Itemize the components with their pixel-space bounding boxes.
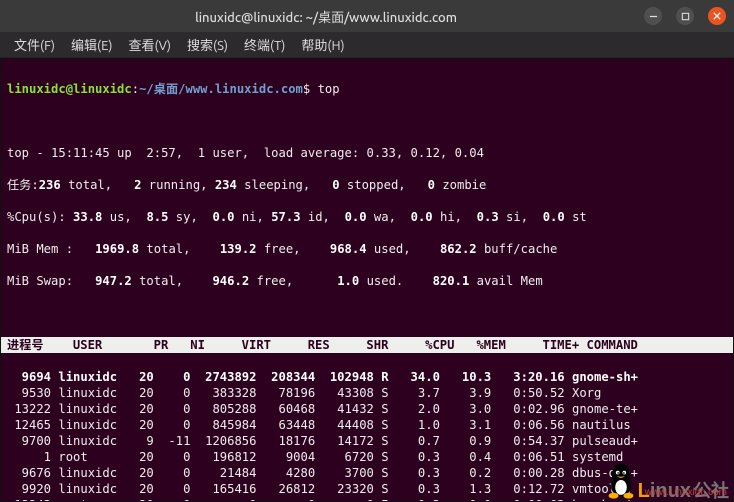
blank-line-2: [7, 305, 727, 321]
top-summary-mem: MiB Mem : 1969.8 total, 139.2 free, 968.…: [7, 241, 727, 257]
table-row[interactable]: 13222 linuxidc 20 0 805288 60468 41432 S…: [7, 401, 727, 417]
menu-edit[interactable]: 编辑(E): [65, 33, 118, 56]
terminal-viewport[interactable]: linuxidc@linuxidc:~/桌面/www.linuxidc.com$…: [0, 58, 734, 502]
close-button[interactable]: [708, 7, 726, 25]
top-summary-swap: MiB Swap: 947.2 total, 946.2 free, 1.0 u…: [7, 273, 727, 289]
prompt-path: ~/桌面/www.linuxidc.com: [139, 82, 303, 96]
table-row[interactable]: 9700 linuxidc 9 -11 1206856 18176 14172 …: [7, 433, 727, 449]
top-summary-tasks: 任务:236 total, 2 running, 234 sleeping, 0…: [7, 177, 727, 193]
table-row[interactable]: 12465 linuxidc 20 0 845984 63448 44408 S…: [7, 417, 727, 433]
menubar: 文件(F) 编辑(E) 查看(V) 搜索(S) 终端(T) 帮助(H): [0, 32, 734, 58]
table-row[interactable]: 9694 linuxidc 20 0 2743892 208344 102948…: [7, 369, 727, 385]
window-controls: [644, 7, 726, 25]
menu-file[interactable]: 文件(F): [8, 33, 61, 56]
watermark-url: www.Linuxidc.com: [645, 485, 727, 501]
table-row[interactable]: 1 root 20 0 196812 9004 6720 S 0.3 0.4 0…: [7, 449, 727, 465]
process-list-header: 进程号 USER PR NI VIRT RES SHR %CPU %MEM TI…: [1, 337, 733, 353]
window-title: linuxidc@linuxidc: ~/桌面/www.linuxidc.com: [8, 7, 644, 26]
menu-help[interactable]: 帮助(H): [295, 33, 350, 56]
menu-search[interactable]: 搜索(S): [181, 33, 234, 56]
window-titlebar: linuxidc@linuxidc: ~/桌面/www.linuxidc.com: [0, 0, 734, 32]
command-text: top: [318, 82, 340, 96]
prompt-line: linuxidc@linuxidc:~/桌面/www.linuxidc.com$…: [7, 81, 727, 97]
blank-line: [7, 113, 727, 129]
top-summary-cpu: %Cpu(s): 33.8 us, 8.5 sy, 0.0 ni, 57.3 i…: [7, 209, 727, 225]
process-list: 9694 linuxidc 20 0 2743892 208344 102948…: [7, 369, 727, 502]
prompt-user-host: linuxidc@linuxidc: [7, 82, 132, 96]
table-row[interactable]: 9920 linuxidc 20 0 165416 26812 23320 S …: [7, 481, 727, 497]
maximize-button[interactable]: [676, 7, 694, 25]
table-row[interactable]: 9676 linuxidc 20 0 21484 4280 3700 S 0.3…: [7, 465, 727, 481]
menu-view[interactable]: 查看(V): [123, 33, 177, 56]
table-row[interactable]: 13243 root 20 0 0 0 0 I 0.3 0.0 0:00.03 …: [7, 497, 727, 502]
minimize-button[interactable]: [644, 7, 662, 25]
table-row[interactable]: 9530 linuxidc 20 0 383328 78196 43308 S …: [7, 385, 727, 401]
top-summary-line1: top - 15:11:45 up 2:57, 1 user, load ave…: [7, 145, 727, 161]
menu-terminal[interactable]: 终端(T): [238, 33, 291, 56]
